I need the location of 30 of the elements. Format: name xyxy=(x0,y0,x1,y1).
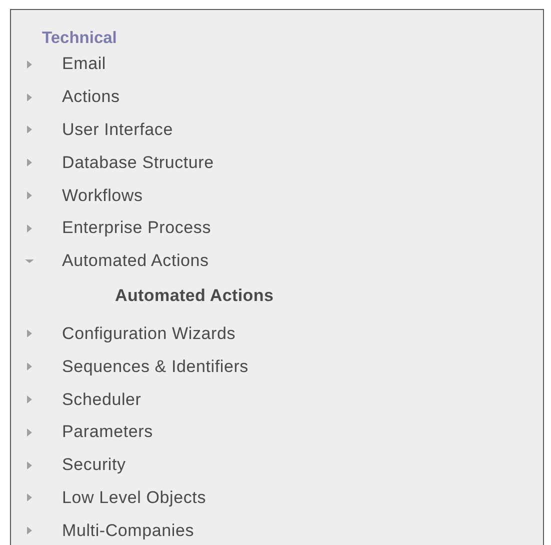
caret-right-icon[interactable] xyxy=(25,92,34,102)
menu-item[interactable]: Database Structure xyxy=(62,152,214,173)
menu-item[interactable]: Low Level Objects xyxy=(62,488,206,508)
submenu-item[interactable]: Automated Actions xyxy=(115,286,274,306)
menu-item[interactable]: User Interface xyxy=(62,120,173,140)
menu-item[interactable]: Parameters xyxy=(62,422,153,442)
caret-down-icon[interactable] xyxy=(25,256,34,266)
menu-heading: Technical xyxy=(42,28,117,48)
menu-item[interactable]: Workflows xyxy=(62,186,143,206)
caret-right-icon[interactable] xyxy=(25,493,34,502)
caret-right-icon[interactable] xyxy=(25,460,34,470)
menu-item[interactable]: Actions xyxy=(62,87,120,108)
caret-right-icon[interactable] xyxy=(25,428,34,437)
menu-item[interactable]: Multi-Companies xyxy=(62,520,194,541)
caret-right-icon[interactable] xyxy=(25,362,34,372)
caret-right-icon[interactable] xyxy=(25,125,34,134)
caret-right-icon[interactable] xyxy=(25,224,34,233)
menu-item[interactable]: Automated Actions xyxy=(62,251,209,272)
menu-item[interactable]: Scheduler xyxy=(62,390,142,410)
caret-right-icon[interactable] xyxy=(25,395,34,404)
caret-right-icon[interactable] xyxy=(25,191,34,200)
caret-right-icon[interactable] xyxy=(25,60,34,69)
caret-right-icon[interactable] xyxy=(25,158,34,168)
menu-item[interactable]: Configuration Wizards xyxy=(62,324,236,344)
menu-item[interactable]: Email xyxy=(62,54,106,74)
menu-item[interactable]: Security xyxy=(62,455,126,476)
menu-item[interactable]: Enterprise Process xyxy=(62,218,212,238)
menu-item[interactable]: Sequences & Identifiers xyxy=(62,356,248,377)
caret-right-icon[interactable] xyxy=(25,526,34,536)
caret-right-icon[interactable] xyxy=(25,329,34,338)
